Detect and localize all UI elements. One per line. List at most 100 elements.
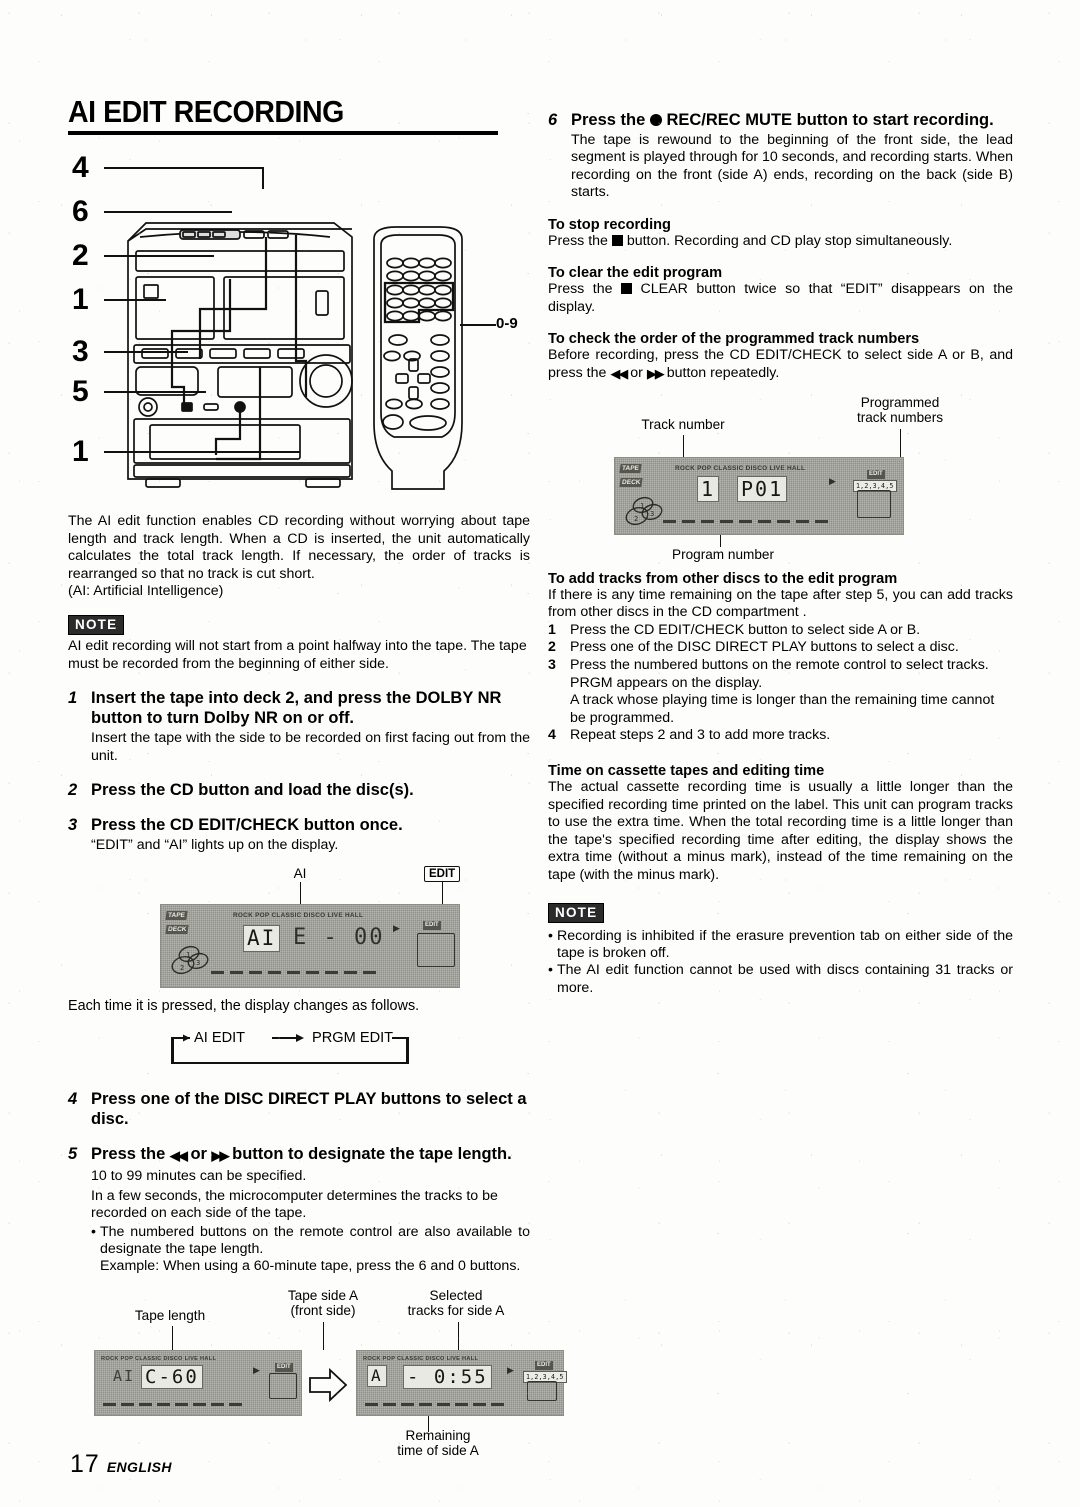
- step-5-bullet-1: • The numbered buttons on the remote con…: [91, 1224, 530, 1259]
- label-tape-side-a: Tape side A (front side): [264, 1288, 382, 1319]
- lcd-seg-track-number: 1: [697, 475, 720, 502]
- step-6-detail: The tape is rewound to the beginning of …: [571, 132, 1013, 201]
- page-footer: 17 ENGLISH: [70, 1450, 172, 1479]
- step-5-heading-b: or: [185, 1145, 212, 1164]
- step-5-detail-1: 10 to 99 minutes can be specified.: [91, 1168, 307, 1185]
- lcd-seg-remaining: - 0:55: [403, 1364, 492, 1389]
- lcd-segment-main: E - 00: [293, 925, 385, 951]
- label-program-number: Program number: [672, 546, 774, 562]
- lcd-mode-labels-left: ROCK POP CLASSIC DISCO LIVE HALL: [101, 1355, 217, 1362]
- add-tracks-item-note-number: [548, 692, 570, 727]
- label-selected-line2: tracks for side A: [407, 1303, 505, 1319]
- step-2-number: 2: [68, 780, 78, 799]
- step-5-heading-c: button to designate the tape length.: [227, 1145, 512, 1164]
- note-text-left: AI edit recording will not start from a …: [68, 637, 527, 672]
- step-6-number: 6: [548, 111, 558, 129]
- leader-programmed-tracks: [900, 428, 901, 457]
- lcd-level-bars-check: [663, 519, 828, 523]
- remote-control-illustration: [373, 226, 463, 490]
- display-caption-step3: Each time it is pressed, the display cha…: [68, 998, 420, 1015]
- lcd-level-bars: [211, 971, 376, 975]
- page-title: AI EDIT RECORDING: [68, 94, 344, 129]
- fast-forward-icon-check: ▶▶: [646, 366, 665, 381]
- stop-icon-clear: [621, 283, 633, 295]
- lcd-slot-box-check: [857, 489, 891, 518]
- svg-text:3: 3: [196, 959, 200, 967]
- step-5-detail-2: In a few seconds, the microcomputer dete…: [91, 1187, 498, 1222]
- step-4: 4 Press one of the DISC DIRECT PLAY butt…: [68, 1089, 530, 1129]
- step-2: 2 Press the CD button and load the disc(…: [68, 780, 530, 800]
- add-tracks-item-1-text: Press the CD EDIT/CHECK button to select…: [570, 621, 921, 638]
- svg-text:2: 2: [180, 964, 184, 972]
- add-tracks-item-1-number: 1: [548, 621, 556, 638]
- step-6-heading: Press the REC/REC MUTE button to start r…: [571, 110, 1013, 130]
- add-tracks-item-3-number: 3: [548, 656, 556, 673]
- rewind-icon-check: ◀◀: [610, 366, 628, 381]
- label-track-number: Track number: [641, 416, 725, 432]
- figure-display-check: Track number Programmed track numbers TA…: [548, 394, 1013, 562]
- lcd-play-arrow-icon-right: ▶: [507, 1364, 514, 1375]
- step-5-heading-a: Press the: [91, 1145, 170, 1164]
- step-4-heading: Press one of the DISC DIRECT PLAY button…: [91, 1090, 527, 1129]
- add-tracks-item-1: 1 Press the CD EDIT/CHECK button to sele…: [548, 622, 1013, 640]
- fast-forward-icon: ▶▶: [211, 1148, 230, 1164]
- remote-0-9-label: 0-9: [496, 315, 518, 332]
- manual-page: AI EDIT RECORDING 4 6 2 1 3 5 1 0-9 The …: [0, 0, 1080, 1507]
- leader-track-number: [683, 434, 684, 457]
- lcd-tag-tape-check: TAPE: [619, 463, 642, 473]
- add-tracks-list: 1 Press the CD EDIT/CHECK button to sele…: [548, 622, 1013, 745]
- lcd-panel-tape-length: ROCK POP CLASSIC DISCO LIVE HALL AI C-60…: [94, 1349, 302, 1416]
- add-tracks-item-4-number: 4: [548, 727, 556, 744]
- remote-leader-line: [460, 324, 496, 326]
- callout-6: 6: [72, 195, 89, 228]
- step-1-heading: Insert the tape into deck 2, and press t…: [91, 689, 502, 728]
- callout-1b: 1: [72, 435, 89, 468]
- lcd-slot-box-right: [527, 1380, 557, 1401]
- clear-program-body: Press the CLEAR button twice so that “ED…: [548, 281, 1013, 316]
- leader-tape-side-a: [323, 1321, 324, 1350]
- clear-program-heading: To clear the edit program: [548, 265, 723, 282]
- figure-mode-flow: AI EDIT PRGM EDIT: [68, 1030, 530, 1074]
- label-remaining-line2: time of side A: [397, 1443, 479, 1459]
- label-programmed-line1: Programmed: [860, 394, 940, 410]
- add-tracks-item-2-text: Press one of the DISC DIRECT PLAY button…: [570, 639, 959, 656]
- lcd-seg-program-number: P01: [737, 475, 788, 502]
- lcd-tag-deck-check: DECK: [619, 477, 644, 487]
- lcd-level-bars-left: [103, 1402, 242, 1406]
- lcd-play-arrow-icon: ▶: [393, 923, 400, 934]
- lcd-edit-indicator-right: EDIT: [535, 1360, 553, 1370]
- step-5-heading: Press the ◀◀ or ▶▶ button to designate t…: [91, 1144, 530, 1166]
- svg-text:2: 2: [634, 515, 638, 523]
- right-column: 6 Press the REC/REC MUTE button to start…: [548, 110, 1013, 997]
- svg-text:1: 1: [640, 502, 644, 510]
- label-edit-boxed: EDIT: [424, 866, 461, 883]
- step-1-number: 1: [68, 689, 78, 708]
- lcd-edit-indicator-left: EDIT: [275, 1362, 293, 1372]
- page-language: ENGLISH: [106, 1459, 172, 1475]
- bullet-dot-icon: •: [91, 1223, 96, 1240]
- left-column: AI EDIT RECORDING 4 6 2 1 3 5 1 0-9 The …: [68, 94, 567, 1458]
- add-tracks-item-2-number: 2: [548, 639, 556, 656]
- svg-text:3: 3: [650, 510, 654, 518]
- bullet-dot-icon-note-1: •: [548, 927, 553, 944]
- flow-label-ai-edit: AI EDIT: [194, 1030, 246, 1047]
- bullet-dot-icon-2: [91, 1258, 100, 1275]
- step-1-detail: Insert the tape with the side to be reco…: [91, 730, 530, 764]
- callout-line-4: [104, 167, 264, 169]
- check-order-body-c: button repeatedly.: [662, 365, 780, 381]
- note-right-bullet-1: • Recording is inhibited if the erasure …: [548, 928, 1013, 963]
- add-tracks-heading: To add tracks from other discs to the ed…: [548, 570, 898, 587]
- leader-selected-tracks: [458, 1321, 459, 1350]
- lcd-play-arrow-icon-left: ▶: [253, 1364, 260, 1375]
- lcd-play-arrow-icon-check: ▶: [829, 475, 836, 486]
- callout-2: 2: [72, 239, 89, 272]
- label-ai: AI: [293, 866, 307, 882]
- step-5: 5 Press the ◀◀ or ▶▶ button to designate…: [68, 1144, 530, 1275]
- label-programmed-line2: track numbers: [856, 410, 944, 426]
- step-6-heading-a: Press the: [571, 111, 650, 129]
- label-tape-length: Tape length: [134, 1307, 206, 1323]
- lcd-seg-ai-left: AI: [113, 1366, 136, 1385]
- stop-recording-body-b: button. Recording and CD play stop simul…: [622, 232, 953, 249]
- lcd-seg-side-a: A: [367, 1364, 387, 1387]
- disc-stack-icon-check: 1 3 2: [625, 496, 663, 525]
